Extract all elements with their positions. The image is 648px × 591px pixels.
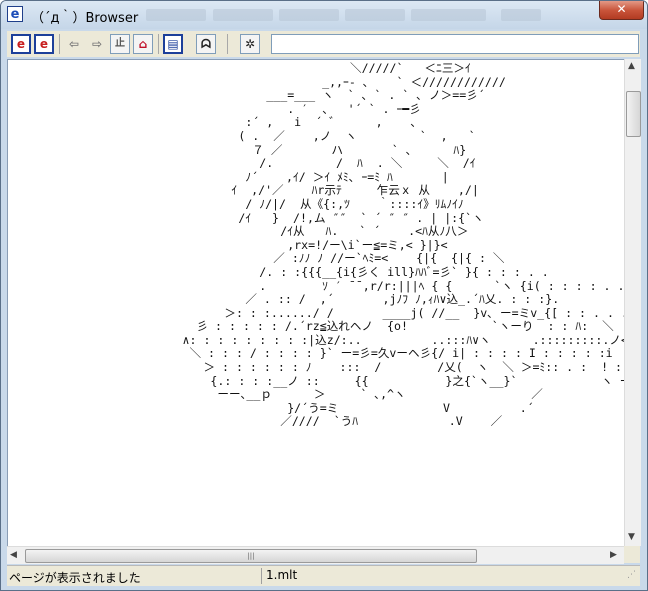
horizontal-scrollbar[interactable]: ◀ ||| ▶	[7, 546, 624, 564]
vertical-scrollbar[interactable]: ▲ ▼	[624, 59, 641, 546]
toolbar: e e ⇦ ⇨ 止 ⌂ ▤ ᗣ ✲	[7, 31, 640, 57]
settings-button[interactable]: ✲	[240, 34, 260, 54]
page-content[interactable]: ＼/////` ＜ﾆ三＞ｲ _,,ｰ- ､ ` ＜//////////// __…	[7, 59, 625, 547]
toolbar-separator	[59, 34, 60, 54]
scroll-up-icon[interactable]: ▲	[628, 61, 635, 71]
ascii-art: ＼/////` ＜ﾆ三＞ｲ _,,ｰ- ､ ` ＜//////////// __…	[182, 62, 626, 429]
background-menu-blur	[279, 9, 339, 21]
title-bar[interactable]: e （´д｀）Browser ✕	[1, 1, 647, 29]
scroll-down-icon[interactable]: ▼	[628, 532, 635, 542]
favorites-button[interactable]: ▤	[163, 34, 183, 54]
close-button[interactable]: ✕	[599, 1, 644, 20]
background-menu-blur	[146, 9, 206, 21]
status-bar: ページが表示されました 1.mlt ⋰	[7, 565, 640, 586]
ie-icon-red-button[interactable]: e	[34, 34, 54, 54]
forward-button[interactable]: ⇨	[87, 34, 107, 54]
home-button[interactable]: ⌂	[133, 34, 153, 54]
background-menu-blur	[213, 9, 273, 21]
mona-button[interactable]: ᗣ	[196, 34, 216, 54]
toolbar-separator	[227, 34, 228, 54]
back-button[interactable]: ⇦	[64, 34, 84, 54]
scrollbar-corner	[624, 546, 640, 563]
status-message: ページが表示されました	[9, 571, 141, 584]
stop-button[interactable]: 止	[110, 34, 130, 54]
resize-grip-icon[interactable]: ⋰	[627, 570, 639, 582]
background-menu-blur	[345, 9, 405, 21]
ie-icon-button[interactable]: e	[11, 34, 31, 54]
address-input[interactable]	[271, 34, 639, 54]
background-menu-blur	[411, 9, 486, 21]
browser-window: e （´д｀）Browser ✕ e e ⇦ ⇨ 止 ⌂ ▤ ᗣ ✲ ＼////…	[0, 0, 648, 591]
scroll-left-icon[interactable]: ◀	[10, 550, 17, 560]
status-file-name: 1.mlt	[261, 568, 623, 584]
window-title: （´д｀）Browser	[31, 11, 139, 26]
toolbar-separator	[158, 34, 159, 54]
background-menu-blur	[501, 9, 541, 21]
horizontal-scroll-thumb[interactable]: |||	[25, 549, 477, 563]
vertical-scroll-thumb[interactable]	[626, 91, 641, 137]
app-icon: e	[7, 6, 23, 22]
scroll-right-icon[interactable]: ▶	[610, 550, 617, 560]
